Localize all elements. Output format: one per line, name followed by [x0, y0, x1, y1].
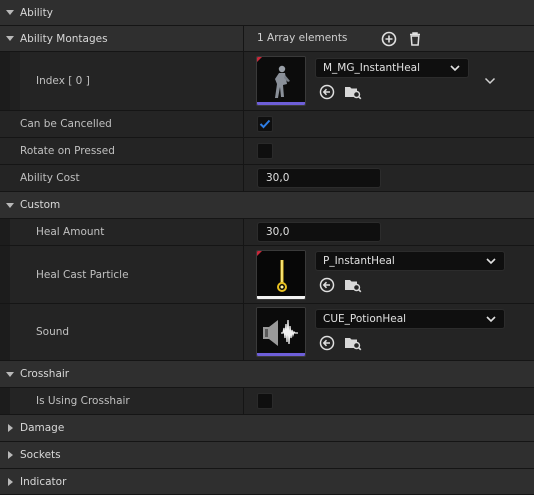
expand-arrow-icon[interactable]	[0, 361, 20, 387]
folder-search-icon	[345, 280, 362, 293]
folder-search-icon	[345, 338, 362, 351]
can-be-cancelled-checkbox[interactable]	[257, 116, 273, 132]
category-ability[interactable]: Ability	[0, 0, 534, 26]
asset-name: CUE_PotionHeal	[323, 313, 407, 325]
browse-asset-button[interactable]	[344, 334, 362, 352]
chevron-down-icon	[486, 316, 496, 323]
use-selected-button[interactable]	[318, 276, 336, 294]
property-label: Heal Amount	[36, 226, 105, 238]
row-is-using-crosshair: Is Using Crosshair	[0, 388, 534, 415]
row-ability-cost: Ability Cost 30,0	[0, 165, 534, 192]
anim-montage-thumbnail-icon	[257, 57, 305, 105]
expand-arrow-icon[interactable]	[0, 0, 20, 26]
sound-thumbnail[interactable]	[256, 307, 306, 357]
use-selected-button[interactable]	[318, 83, 336, 101]
category-damage[interactable]: Damage	[0, 415, 534, 442]
property-label: Rotate on Pressed	[20, 145, 115, 157]
row-ability-montages: Ability Montages 1 Array elements	[0, 26, 534, 52]
numeric-value: 30,0	[266, 172, 290, 184]
row-can-be-cancelled: Can be Cancelled	[0, 111, 534, 138]
chevron-down-icon	[486, 258, 496, 265]
category-label: Indicator	[20, 475, 67, 488]
row-heal-amount: Heal Amount 30,0	[0, 219, 534, 246]
expand-arrow-icon[interactable]	[0, 442, 20, 468]
is-using-crosshair-checkbox[interactable]	[257, 393, 273, 409]
chevron-down-icon	[450, 65, 460, 72]
expand-arrow-icon[interactable]	[0, 26, 20, 52]
row-index-0: Index [ 0 ] M_MG_InstantHeal	[0, 52, 534, 111]
numeric-value: 30,0	[266, 226, 290, 238]
asset-name: P_InstantHeal	[323, 255, 395, 267]
browse-asset-button[interactable]	[344, 83, 362, 101]
category-crosshair[interactable]: Crosshair	[0, 361, 534, 388]
chevron-down-icon	[484, 77, 496, 85]
row-sound: Sound CUE_PotionHeal	[0, 304, 534, 361]
property-label: Index [ 0 ]	[36, 75, 90, 87]
sound-cue-thumbnail-icon	[257, 308, 305, 356]
arrow-left-circle-icon	[319, 335, 335, 351]
expand-arrow-icon[interactable]	[0, 415, 20, 441]
particle-system-thumbnail-icon	[257, 251, 305, 299]
plus-circle-icon	[381, 31, 397, 47]
use-selected-button[interactable]	[318, 334, 336, 352]
expand-combo-button[interactable]	[481, 72, 499, 90]
heal-amount-input[interactable]: 30,0	[257, 222, 381, 242]
add-element-button[interactable]	[380, 30, 398, 48]
arrow-left-circle-icon	[319, 277, 335, 293]
property-label: Heal Cast Particle	[36, 268, 129, 281]
property-label: Is Using Crosshair	[36, 395, 130, 407]
row-heal-cast-particle: Heal Cast Particle P_InstantHeal	[0, 246, 534, 304]
details-panel: Ability Ability Montages 1 Array element…	[0, 0, 534, 495]
property-label: Can be Cancelled	[20, 118, 112, 130]
expand-arrow-icon[interactable]	[0, 469, 20, 495]
particle-thumbnail[interactable]	[256, 250, 306, 300]
delete-elements-button[interactable]	[406, 30, 424, 48]
category-custom[interactable]: Custom	[0, 192, 534, 219]
property-label: Ability Cost	[20, 172, 80, 184]
row-rotate-on-pressed: Rotate on Pressed	[0, 138, 534, 165]
array-count: 1 Array elements	[257, 32, 348, 44]
category-sockets[interactable]: Sockets	[0, 442, 534, 469]
checkmark-icon	[259, 119, 271, 129]
sound-asset-combo[interactable]: CUE_PotionHeal	[315, 309, 505, 329]
trash-icon	[410, 32, 420, 46]
particle-asset-combo[interactable]: P_InstantHeal	[315, 251, 505, 271]
property-label: Ability Montages	[20, 32, 108, 45]
arrow-left-circle-icon	[319, 84, 335, 100]
category-label: Damage	[20, 422, 65, 434]
asset-name: M_MG_InstantHeal	[323, 62, 421, 74]
folder-search-icon	[345, 87, 362, 100]
rotate-on-pressed-checkbox[interactable]	[257, 143, 273, 159]
category-label: Crosshair	[20, 368, 70, 380]
expand-arrow-icon[interactable]	[0, 192, 20, 218]
ability-cost-input[interactable]: 30,0	[257, 168, 381, 188]
category-label: Sockets	[20, 449, 61, 461]
category-label: Custom	[20, 199, 61, 211]
property-label: Sound	[36, 326, 70, 338]
montage-thumbnail[interactable]	[256, 56, 306, 106]
montage-asset-combo[interactable]: M_MG_InstantHeal	[315, 58, 469, 78]
category-indicator[interactable]: Indicator	[0, 469, 534, 495]
category-label: Ability	[20, 6, 53, 19]
browse-asset-button[interactable]	[344, 276, 362, 294]
